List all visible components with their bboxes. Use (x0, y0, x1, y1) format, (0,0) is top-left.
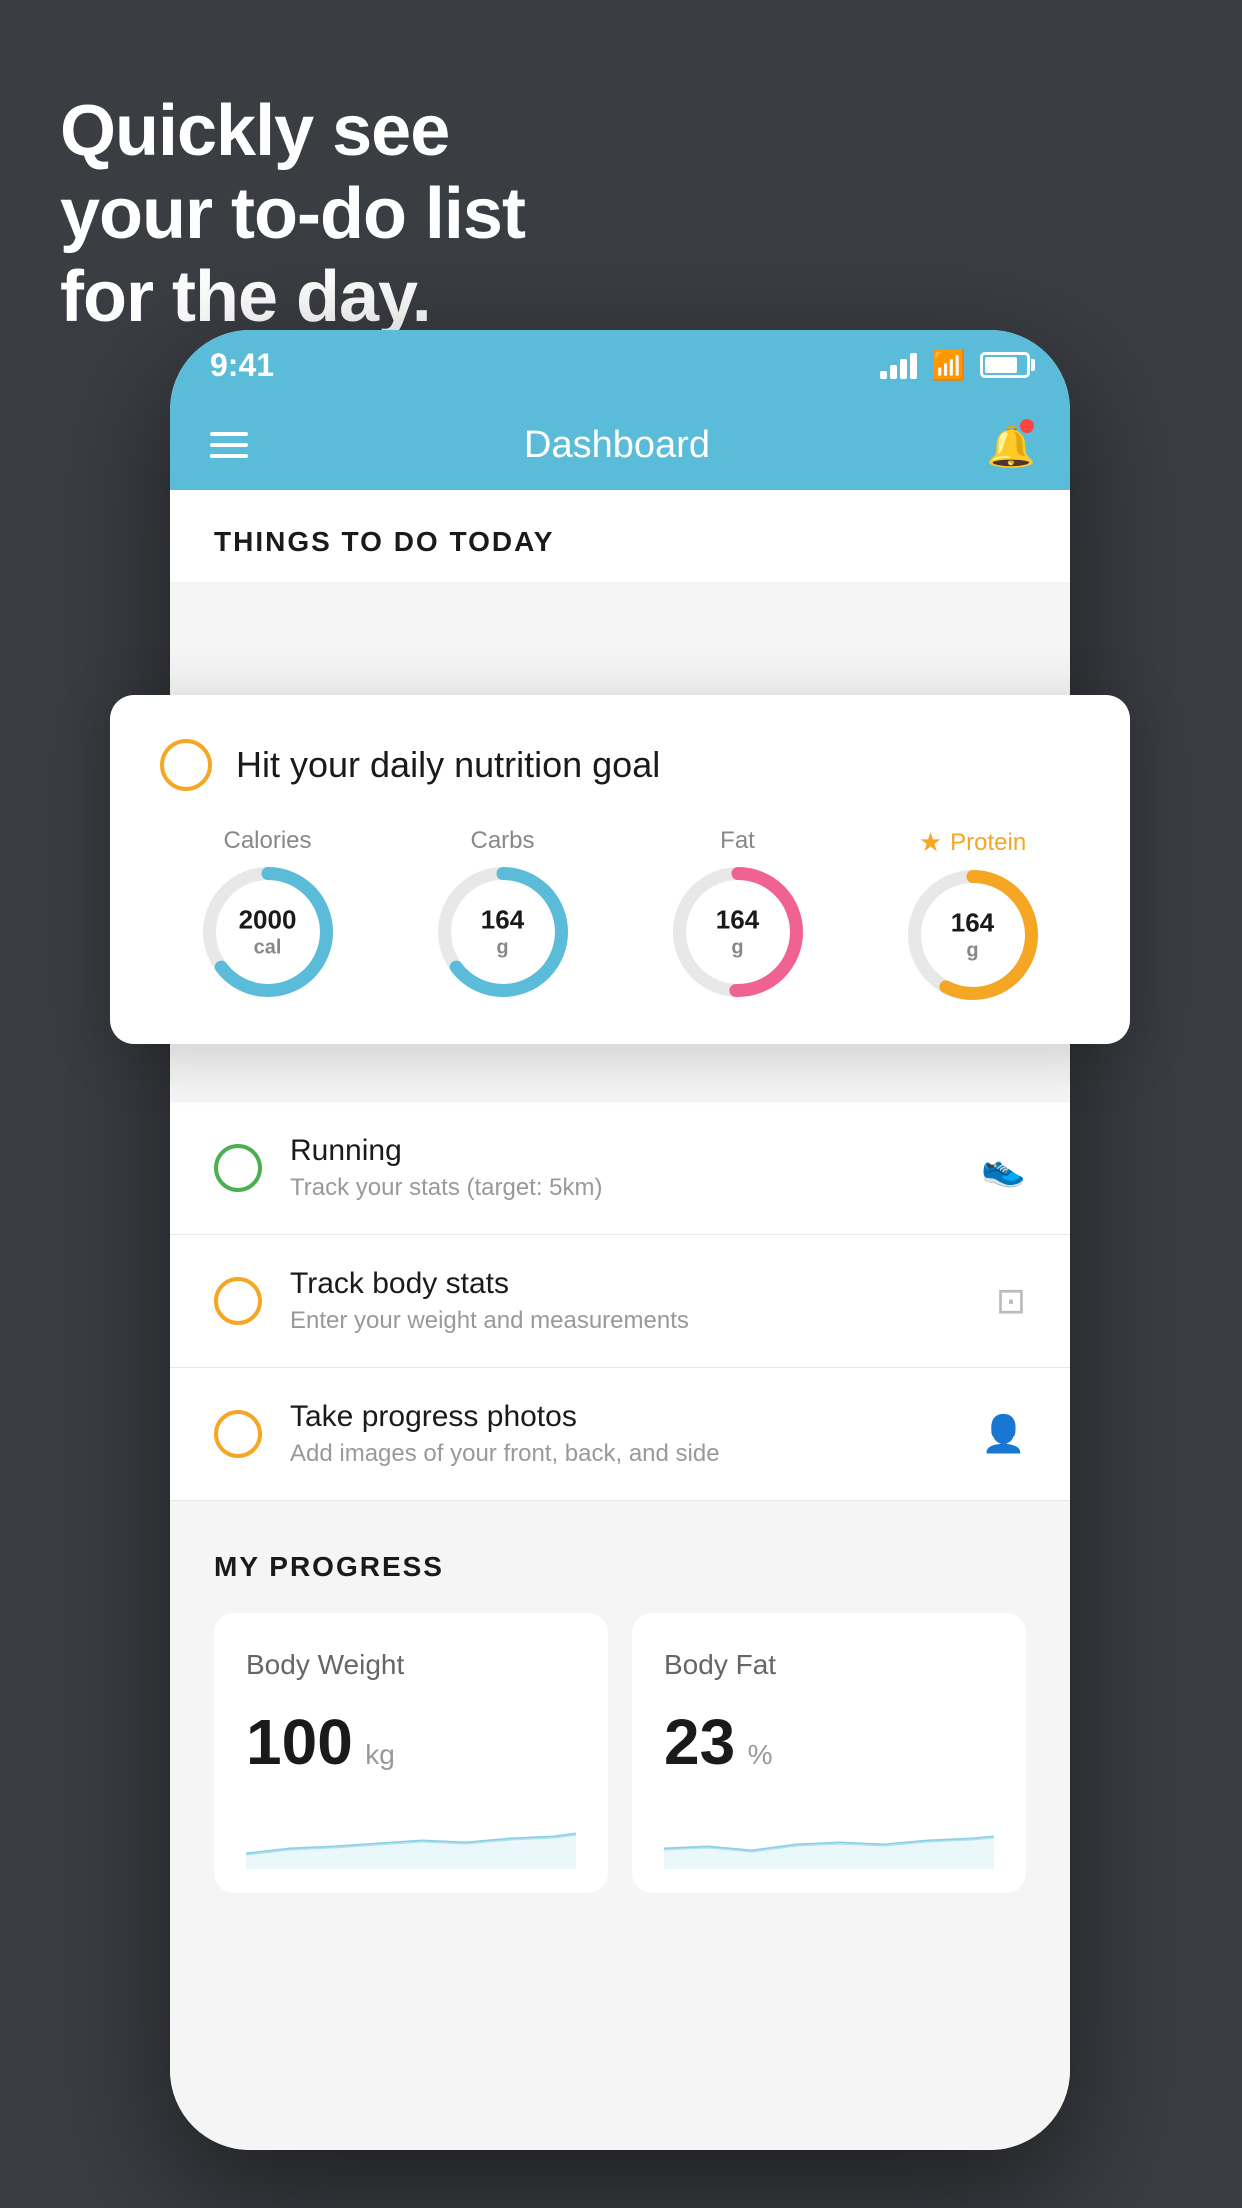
status-bar: 9:41 📶 (170, 330, 1070, 400)
body-fat-chart (664, 1799, 994, 1869)
card-title: Hit your daily nutrition goal (236, 744, 660, 786)
card-check-circle (160, 739, 212, 791)
todo-item-running[interactable]: Running Track your stats (target: 5km) 👟 (170, 1102, 1070, 1235)
todo-title-body-stats: Track body stats (290, 1267, 968, 1301)
todo-circle-photos (214, 1410, 262, 1458)
body-weight-unit: kg (365, 1739, 395, 1770)
calories-chart: 2000 cal (203, 867, 333, 997)
running-icon: 👟 (981, 1147, 1026, 1189)
body-weight-value: 100 (246, 1706, 353, 1778)
fat-label: Fat (720, 827, 755, 855)
todo-circle-body-stats (214, 1277, 262, 1325)
hero-line1: Quickly see (60, 90, 525, 173)
carbs-label: Carbs (470, 827, 534, 855)
calories-label: Calories (223, 827, 311, 855)
progress-header: MY PROGRESS (214, 1551, 1026, 1583)
todo-title-photos: Take progress photos (290, 1400, 953, 1434)
fat-chart: 164 g (673, 867, 803, 997)
protein-label: Protein (950, 829, 1026, 857)
body-fat-unit: % (748, 1739, 773, 1770)
todo-item-body-stats[interactable]: Track body stats Enter your weight and m… (170, 1235, 1070, 1368)
nav-bar: Dashboard 🔔 (170, 400, 1070, 490)
progress-cards: Body Weight 100 kg Body Fat (214, 1613, 1026, 1893)
star-icon: ★ (919, 827, 942, 858)
body-fat-card[interactable]: Body Fat 23 % (632, 1613, 1026, 1893)
phone-frame: 9:41 📶 Dashboard 🔔 TH (170, 330, 1070, 2150)
body-weight-chart (246, 1799, 576, 1869)
body-weight-title: Body Weight (246, 1649, 576, 1681)
todo-subtitle-body-stats: Enter your weight and measurements (290, 1307, 968, 1335)
body-weight-card[interactable]: Body Weight 100 kg (214, 1613, 608, 1893)
carbs-chart: 164 g (438, 867, 568, 997)
battery-icon (980, 352, 1030, 378)
nutrition-carbs: Carbs 164 g (438, 827, 568, 1000)
person-icon: 👤 (981, 1413, 1026, 1455)
scale-icon: ⊡ (996, 1280, 1026, 1322)
todo-list: Running Track your stats (target: 5km) 👟… (170, 1102, 1070, 1501)
protein-chart: 164 g (908, 870, 1038, 1000)
status-time: 9:41 (210, 347, 274, 384)
hamburger-menu[interactable] (210, 432, 248, 458)
todo-circle-running (214, 1144, 262, 1192)
nutrition-circles: Calories 2000 cal Carbs (160, 827, 1080, 1000)
hero-text: Quickly see your to-do list for the day. (60, 90, 525, 338)
todo-subtitle-photos: Add images of your front, back, and side (290, 1440, 953, 1468)
nutrition-calories: Calories 2000 cal (203, 827, 333, 1000)
wifi-icon: 📶 (931, 349, 966, 382)
notification-bell[interactable]: 🔔 (986, 423, 1030, 467)
progress-section: MY PROGRESS Body Weight 100 kg (170, 1501, 1070, 1923)
status-icons: 📶 (880, 349, 1030, 382)
nutrition-protein: ★ Protein 164 g (908, 827, 1038, 1000)
things-todo-header: THINGS TO DO TODAY (170, 490, 1070, 582)
nutrition-card: Hit your daily nutrition goal Calories 2… (110, 695, 1130, 1044)
signal-icon (880, 351, 917, 379)
todo-subtitle-running: Track your stats (target: 5km) (290, 1174, 953, 1202)
body-fat-title: Body Fat (664, 1649, 994, 1681)
nutrition-fat: Fat 164 g (673, 827, 803, 1000)
hero-line3: for the day. (60, 256, 525, 339)
todo-item-photos[interactable]: Take progress photos Add images of your … (170, 1368, 1070, 1501)
hero-line2: your to-do list (60, 173, 525, 256)
todo-title-running: Running (290, 1134, 953, 1168)
nav-title: Dashboard (524, 424, 710, 467)
body-fat-value: 23 (664, 1706, 735, 1778)
